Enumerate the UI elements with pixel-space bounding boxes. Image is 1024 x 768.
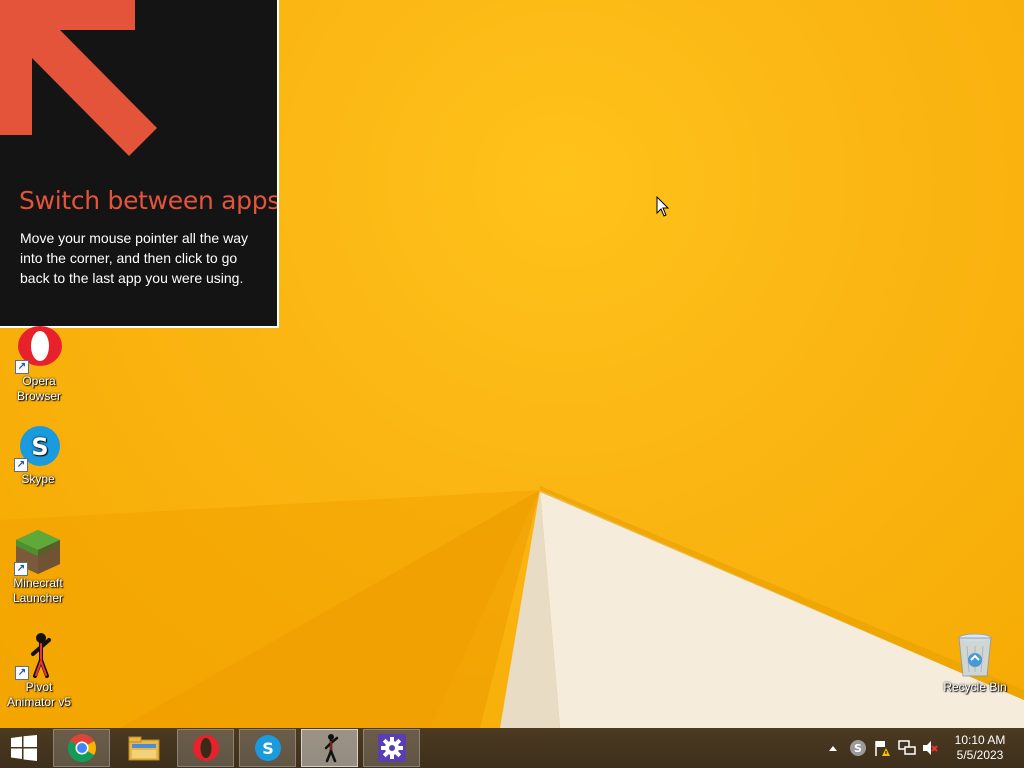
taskbar[interactable]: S S 10:10 AM 5/5/2023 (0, 728, 1024, 768)
desktop-icon-label: Pivot (25, 680, 53, 694)
desktop-icon-label: Opera (22, 374, 56, 388)
desktop-icon-recycle-bin[interactable]: Recycle Bin (937, 632, 1013, 695)
recycle-bin-icon (951, 632, 999, 680)
desktop-icon-pivot[interactable]: ↗ Pivot Animator v5 (1, 632, 77, 710)
desktop-icon-minecraft[interactable]: ↗ Minecraft Launcher (0, 528, 76, 606)
network-icon[interactable] (898, 739, 916, 757)
skype-icon: S ↗ (14, 424, 62, 472)
taskbar-opera[interactable] (177, 729, 234, 767)
minecraft-icon: ↗ (14, 528, 62, 576)
shortcut-arrow-icon: ↗ (15, 666, 29, 680)
tip-title: Switch between apps (19, 186, 279, 215)
shortcut-arrow-icon: ↗ (14, 458, 28, 472)
taskbar-chrome[interactable] (53, 729, 110, 767)
mouse-cursor-icon (656, 196, 670, 217)
start-button[interactable] (0, 729, 48, 767)
up-left-arrow-icon (0, 0, 157, 156)
show-hidden-icons-chevron[interactable] (828, 744, 838, 752)
chrome-icon (67, 734, 96, 762)
taskbar-skype[interactable]: S (239, 729, 296, 767)
desktop[interactable]: Switch between apps Move your mouse poin… (0, 0, 1024, 728)
svg-text:S: S (31, 433, 48, 461)
pivot-stickman-icon: ↗ (15, 632, 63, 680)
desktop-icon-skype[interactable]: S ↗ Skype (0, 424, 76, 487)
shortcut-arrow-icon: ↗ (15, 360, 29, 374)
desktop-icon-label: Launcher (12, 591, 64, 605)
taskbar-clock[interactable]: 10:10 AM 5/5/2023 (944, 733, 1016, 763)
taskbar-pivot[interactable] (301, 729, 358, 767)
svg-text:S: S (854, 742, 862, 755)
skype-tray-icon[interactable]: S (849, 739, 867, 757)
volume-muted-icon[interactable] (921, 739, 939, 757)
desktop-icon-opera[interactable]: ↗ Opera Browser (1, 326, 77, 404)
taskbar-file-explorer[interactable] (115, 729, 172, 767)
svg-text:S: S (262, 739, 274, 758)
clock-time: 10:10 AM (954, 733, 1006, 747)
gear-icon (377, 734, 406, 762)
desktop-icon-label: Skype (21, 472, 55, 486)
tip-body: Move your mouse pointer all the way into… (20, 230, 248, 286)
desktop-icon-label: Animator v5 (6, 695, 72, 709)
windows-logo-icon (11, 735, 37, 761)
opera-icon: ↗ (15, 326, 63, 374)
folder-icon (128, 736, 159, 761)
opera-icon (192, 735, 219, 761)
shortcut-arrow-icon: ↗ (14, 562, 28, 576)
switch-apps-tip[interactable]: Switch between apps Move your mouse poin… (0, 0, 279, 328)
skype-icon: S (254, 735, 281, 761)
desktop-icon-label: Minecraft (13, 576, 63, 590)
action-center-flag-icon[interactable] (873, 739, 891, 757)
desktop-icon-label: Browser (16, 389, 61, 403)
pivot-stickman-icon (324, 734, 338, 763)
desktop-icon-label: Recycle Bin (943, 680, 1007, 694)
clock-date: 5/5/2023 (956, 748, 1004, 762)
taskbar-settings[interactable] (363, 729, 420, 767)
